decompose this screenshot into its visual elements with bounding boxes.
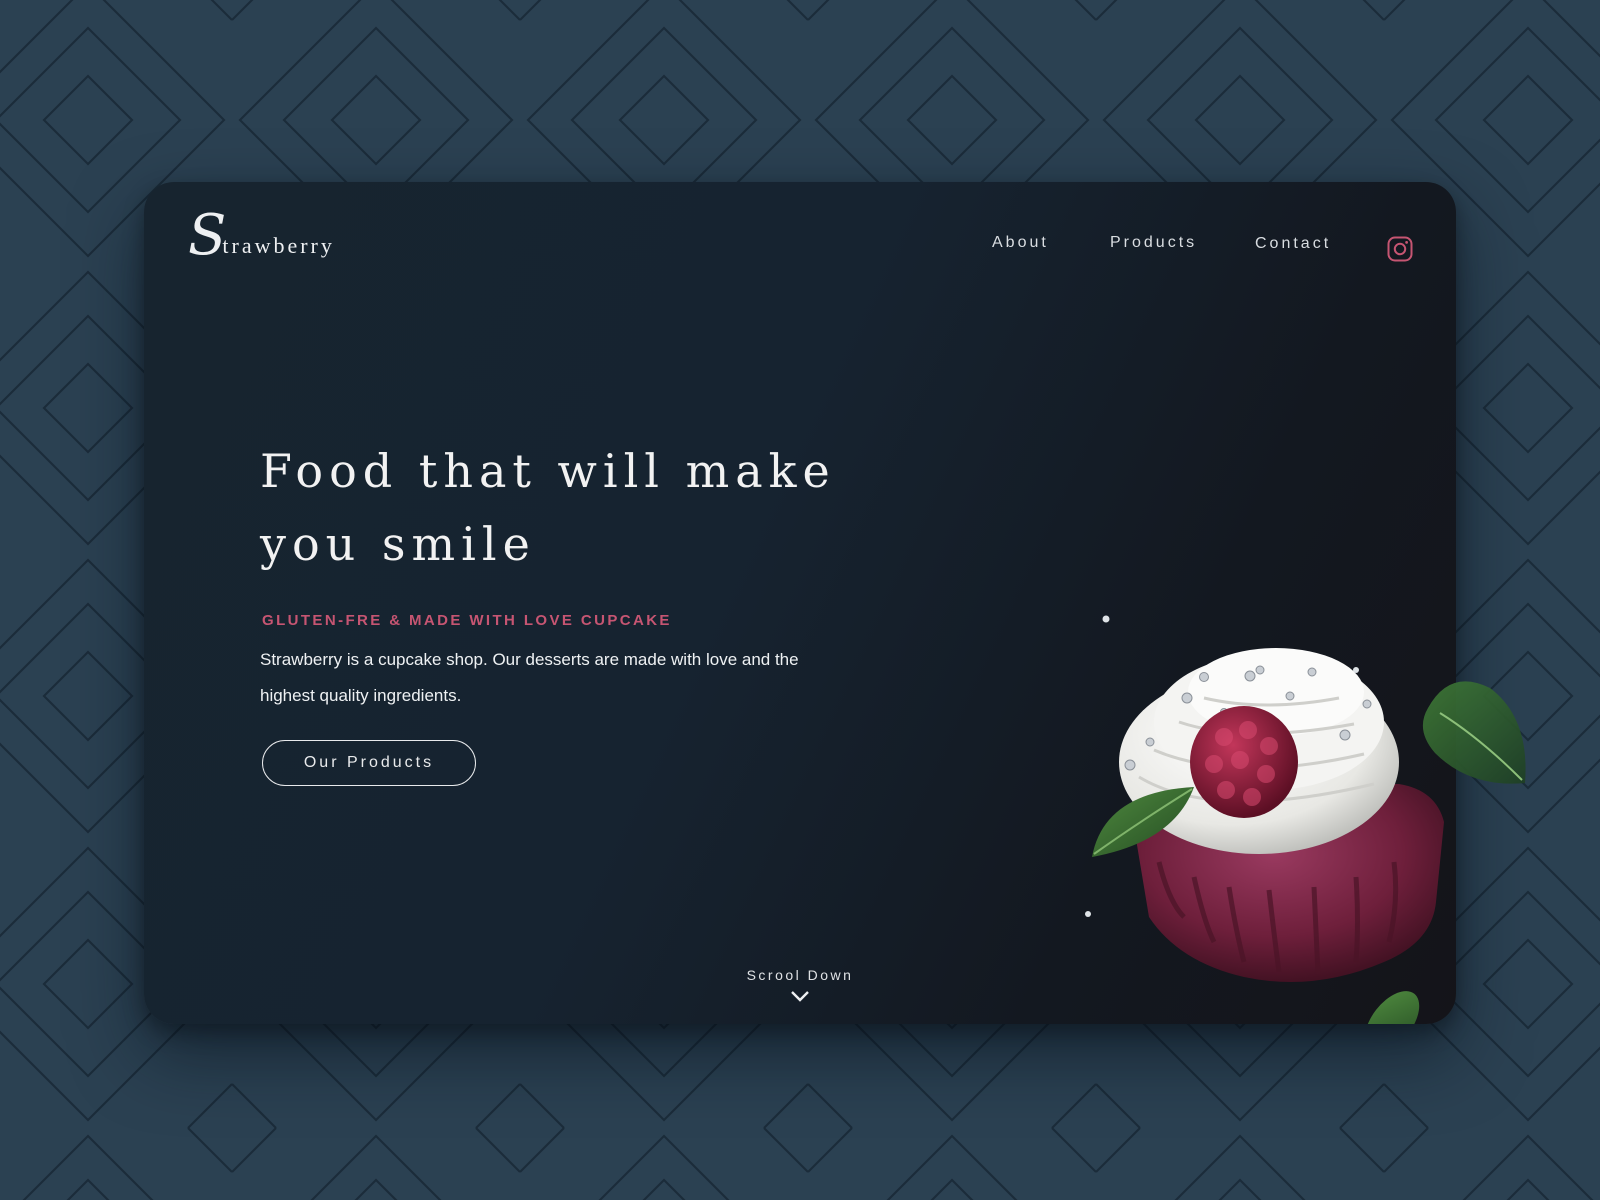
logo-initial: S <box>188 203 227 268</box>
instagram-icon[interactable] <box>1387 236 1413 262</box>
chevron-down-icon[interactable] <box>790 990 810 1003</box>
nav-contact[interactable]: Contact <box>1255 235 1331 253</box>
hero-title-line-1: Food that will make <box>260 444 836 498</box>
mint-leaf-image <box>1422 681 1526 784</box>
hero-description: Strawberry is a cupcake shop. Our desser… <box>260 650 799 705</box>
our-products-button[interactable]: Our Products <box>262 740 476 786</box>
logo-text: trawberry <box>222 233 335 258</box>
scroll-down-label: Scrool Down <box>746 967 854 983</box>
nav-products[interactable]: Products <box>1110 234 1197 252</box>
hero-title: Food that will make you smile <box>260 435 860 581</box>
brand-logo[interactable]: S trawberry <box>188 208 335 264</box>
nav-about[interactable]: About <box>992 234 1049 252</box>
tagline: Gluten-Fre & Made With Love cupcake <box>262 612 672 629</box>
hero-card: S trawberry About Products Contact Food … <box>144 182 1456 1024</box>
scroll-down[interactable]: Scrool Down <box>144 967 1456 1003</box>
hero-title-line-2: you smile <box>260 517 536 571</box>
cupcake-image <box>1085 615 1444 1024</box>
